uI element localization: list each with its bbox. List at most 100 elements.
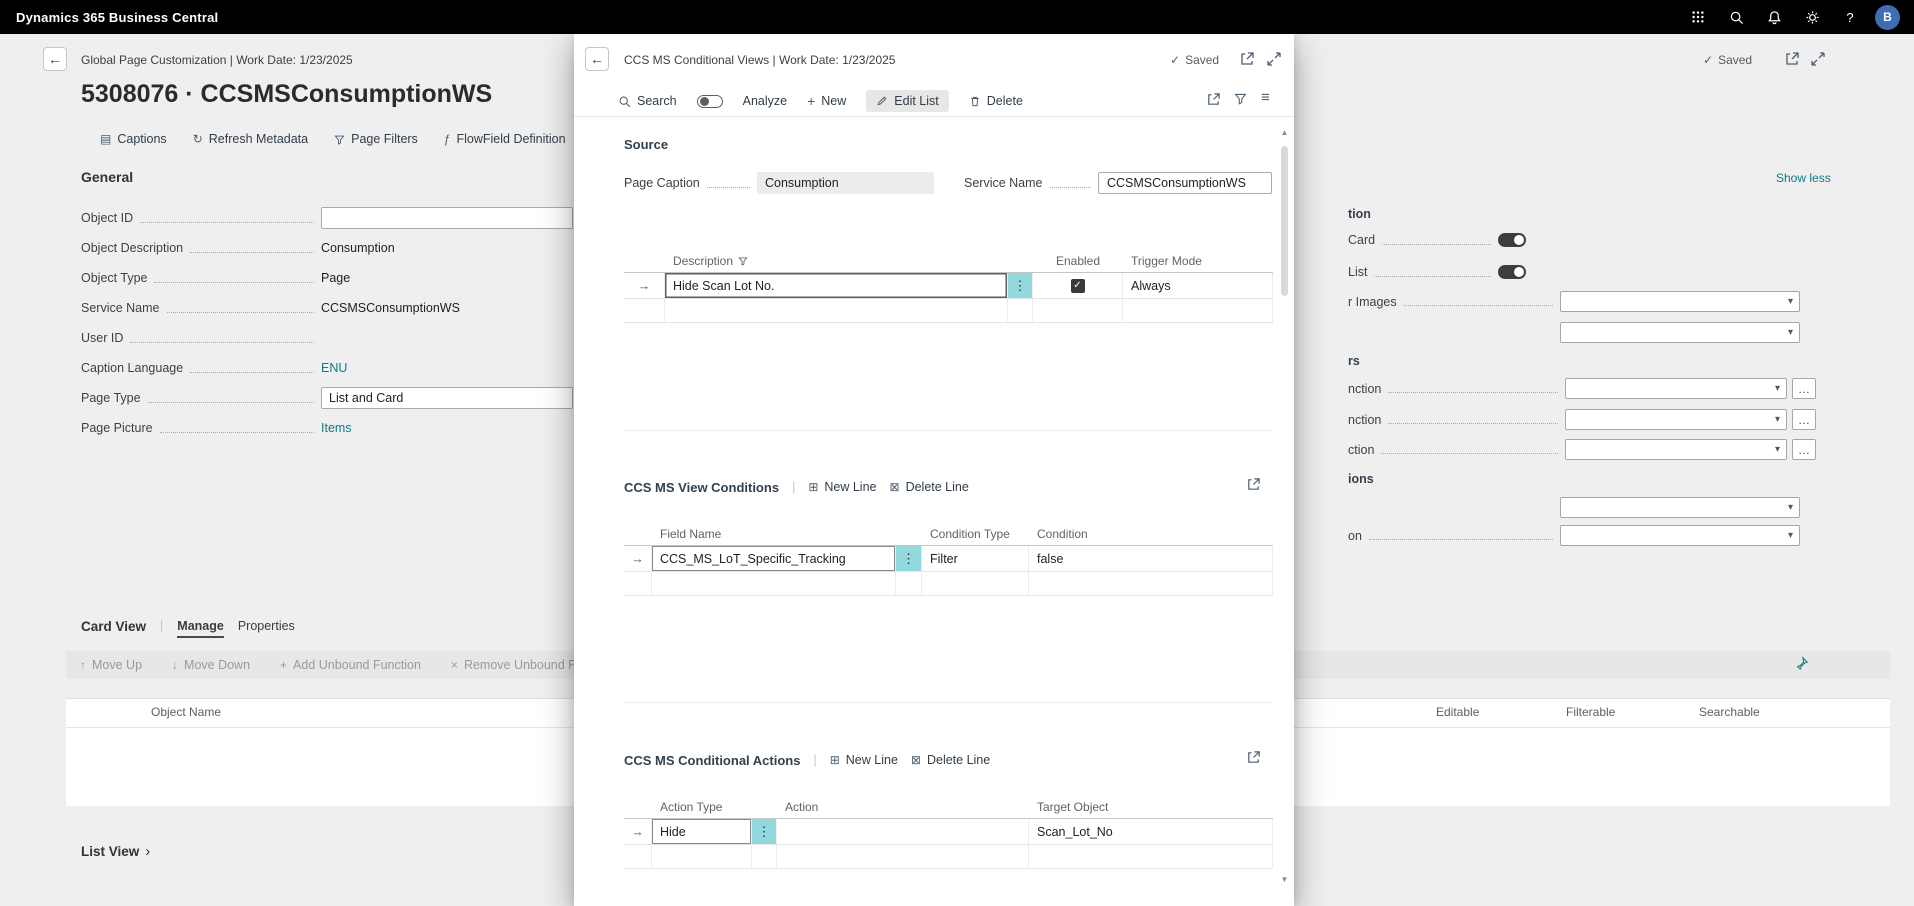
actions-new-line-button[interactable]: ⊞ New Line <box>830 753 898 767</box>
column-filterable[interactable]: Filterable <box>1566 705 1615 719</box>
column-action[interactable]: Action <box>777 795 1029 819</box>
new-button[interactable]: + New <box>807 93 846 109</box>
dialog-scrollbar[interactable]: ▲ ▼ <box>1278 128 1291 884</box>
row-options-cell-empty[interactable] <box>896 572 922 596</box>
page-back-button[interactable]: ← <box>43 47 67 71</box>
target-object-cell-empty[interactable] <box>1029 845 1273 869</box>
settings-icon[interactable] <box>1795 2 1829 32</box>
share-icon[interactable] <box>1206 92 1221 107</box>
row-selector[interactable]: → <box>624 546 652 572</box>
dialog-popout-icon[interactable] <box>1239 51 1255 67</box>
show-less-link[interactable]: Show less <box>1776 171 1831 185</box>
search-button[interactable]: Search <box>618 94 677 108</box>
on-dropdown[interactable]: ▾ <box>1560 525 1800 546</box>
condition-cell-empty[interactable] <box>1029 572 1273 596</box>
field-name-cell-empty[interactable] <box>652 572 896 596</box>
tab-properties[interactable]: Properties <box>238 619 295 636</box>
page-caption-value[interactable]: Consumption <box>757 172 934 194</box>
target-object-cell[interactable]: Scan_Lot_No <box>1029 819 1273 845</box>
action-cell-empty[interactable] <box>777 845 1029 869</box>
actions-delete-line-button[interactable]: ⊠ Delete Line <box>911 753 990 767</box>
page-breadcrumb[interactable]: Global Page Customization | Work Date: 1… <box>81 53 353 67</box>
row-options-cell-empty[interactable] <box>752 845 777 869</box>
page-type-input[interactable]: List and Card <box>321 387 573 409</box>
secondary-dropdown[interactable]: ▾ <box>1560 322 1800 343</box>
list-view-heading[interactable]: List View › <box>81 843 150 860</box>
account-avatar[interactable]: B <box>1875 5 1900 30</box>
action-type-cell-empty[interactable] <box>652 845 752 869</box>
scroll-up-icon[interactable]: ▲ <box>1278 128 1291 137</box>
function3-dropdown[interactable]: ▾ <box>1565 439 1787 460</box>
enabled-cell[interactable]: ✓ <box>1033 273 1123 299</box>
search-icon[interactable] <box>1719 2 1753 32</box>
object-description-value[interactable]: Consumption <box>321 241 395 255</box>
condition-type-cell-empty[interactable] <box>922 572 1029 596</box>
trigger-mode-cell[interactable]: Always <box>1123 273 1273 299</box>
captions-button[interactable]: ▤ Captions <box>100 132 167 146</box>
action-cell[interactable] <box>777 819 1029 845</box>
column-enabled[interactable]: Enabled <box>1033 249 1123 273</box>
row-options-cell-empty[interactable] <box>1008 299 1033 323</box>
dialog-breadcrumb[interactable]: CCS MS Conditional Views | Work Date: 1/… <box>624 53 895 67</box>
filter-icon[interactable] <box>1234 92 1247 105</box>
row-selector[interactable] <box>624 299 665 323</box>
checkbox-checked[interactable]: ✓ <box>1071 279 1085 293</box>
column-condition-type[interactable]: Condition Type <box>922 522 1029 546</box>
function1-assist-button[interactable]: … <box>1792 378 1816 399</box>
images-dropdown[interactable]: ▾ <box>1560 291 1800 312</box>
pin-icon[interactable] <box>1795 656 1809 670</box>
ions-dropdown[interactable]: ▾ <box>1560 497 1800 518</box>
condition-cell[interactable]: false <box>1029 546 1273 572</box>
menu-icon[interactable]: ≡ <box>1261 89 1270 106</box>
service-name-value[interactable]: CCSMSConsumptionWS <box>1098 172 1272 194</box>
function2-dropdown[interactable]: ▾ <box>1565 409 1787 430</box>
caption-language-value[interactable]: ENU <box>321 361 347 375</box>
page-picture-value[interactable]: Items <box>321 421 352 435</box>
scrollbar-thumb[interactable] <box>1281 146 1288 296</box>
function2-assist-button[interactable]: … <box>1792 409 1816 430</box>
column-object-name[interactable]: Object Name <box>151 705 221 719</box>
tab-manage[interactable]: Manage <box>177 619 224 638</box>
column-target-object[interactable]: Target Object <box>1029 795 1273 819</box>
refresh-metadata-button[interactable]: ↻ Refresh Metadata <box>193 132 308 146</box>
object-id-input[interactable] <box>321 207 573 229</box>
conditions-delete-line-button[interactable]: ⊠ Delete Line <box>890 480 969 494</box>
description-cell-empty[interactable] <box>665 299 1008 323</box>
column-searchable[interactable]: Searchable <box>1699 705 1760 719</box>
function1-dropdown[interactable]: ▾ <box>1565 378 1787 399</box>
edit-list-button[interactable]: Edit List <box>866 90 948 112</box>
function3-assist-button[interactable]: … <box>1792 439 1816 460</box>
delete-button[interactable]: Delete <box>969 94 1023 108</box>
page-popout-icon[interactable] <box>1784 51 1800 67</box>
column-condition[interactable]: Condition <box>1029 522 1273 546</box>
dialog-back-button[interactable]: ← <box>585 47 609 71</box>
column-action-type[interactable]: Action Type <box>652 795 752 819</box>
row-selector[interactable] <box>624 845 652 869</box>
flowfield-definition-button[interactable]: ƒ FlowField Definition <box>444 132 566 146</box>
field-name-cell[interactable]: CCS_MS_LoT_Specific_Tracking <box>652 546 896 572</box>
conditions-new-line-button[interactable]: ⊞ New Line <box>808 480 876 494</box>
actions-share-icon[interactable] <box>1246 750 1261 765</box>
enabled-cell-empty[interactable] <box>1033 299 1123 323</box>
column-field-name[interactable]: Field Name <box>652 522 896 546</box>
condition-type-cell[interactable]: Filter <box>922 546 1029 572</box>
trigger-mode-cell-empty[interactable] <box>1123 299 1273 323</box>
row-selector[interactable]: → <box>624 273 665 299</box>
dialog-expand-icon[interactable] <box>1266 51 1282 67</box>
action-type-cell[interactable]: Hide <box>652 819 752 845</box>
row-options-button[interactable]: ⋮ <box>752 819 777 845</box>
conditions-share-icon[interactable] <box>1246 477 1261 492</box>
app-launcher-icon[interactable] <box>1681 2 1715 32</box>
card-toggle[interactable] <box>1498 233 1526 247</box>
column-description[interactable]: Description <box>665 249 1008 273</box>
page-resize-icon[interactable] <box>1810 51 1826 67</box>
page-filters-button[interactable]: Page Filters <box>334 132 418 146</box>
notifications-icon[interactable] <box>1757 2 1791 32</box>
list-toggle[interactable] <box>1498 265 1526 279</box>
column-editable[interactable]: Editable <box>1436 705 1479 719</box>
scroll-down-icon[interactable]: ▼ <box>1278 875 1291 884</box>
row-options-button[interactable]: ⋮ <box>896 546 922 572</box>
help-icon[interactable]: ? <box>1833 2 1867 32</box>
column-trigger-mode[interactable]: Trigger Mode <box>1123 249 1273 273</box>
description-cell[interactable]: Hide Scan Lot No. <box>665 273 1008 299</box>
